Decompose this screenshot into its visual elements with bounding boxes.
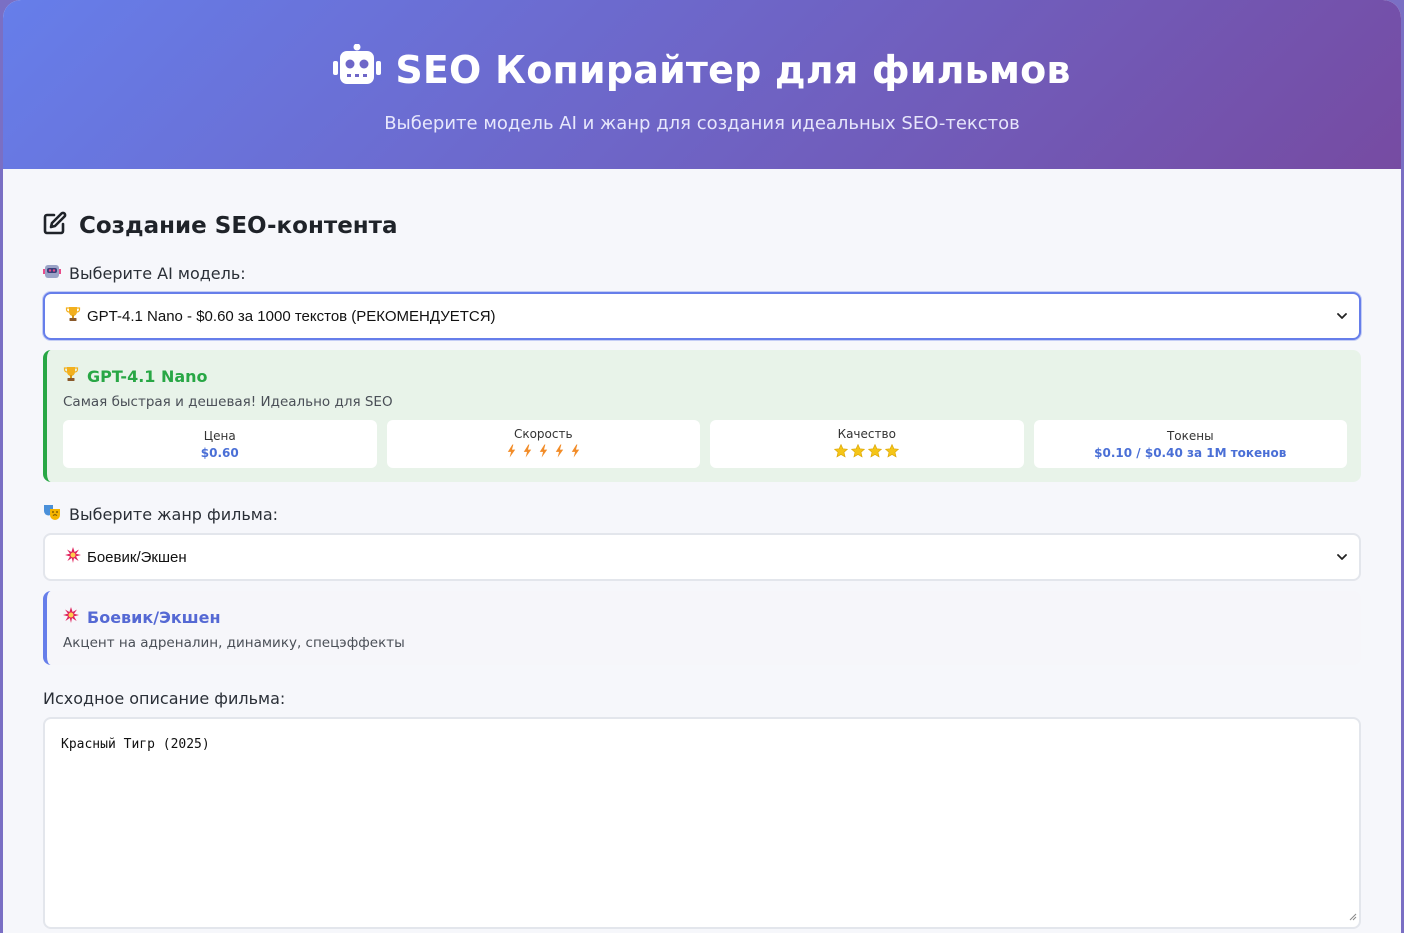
resize-handle-icon[interactable] <box>1347 910 1357 925</box>
robot-emoji-icon <box>43 263 61 283</box>
description-textarea[interactable]: Красный Тигр (2025) <box>43 717 1361 929</box>
genre-label-row: Выберите жанр фильма: <box>43 504 1361 524</box>
star-icon <box>868 443 883 462</box>
model-select-text: GPT-4.1 Nano - $0.60 за 1000 текстов (РЕ… <box>87 307 496 325</box>
stat-quality: Качество <box>710 420 1024 468</box>
trophy-icon <box>63 366 79 386</box>
model-label-row: Выберите AI модель: <box>43 263 1361 283</box>
genre-select-text: Боевик/Экшен <box>87 548 187 566</box>
page-title-row: SEO Копирайтер для фильмов <box>3 0 1401 95</box>
stat-speed-label: Скорость <box>513 426 573 441</box>
genre-label: Выберите жанр фильма: <box>69 504 279 524</box>
model-info-description: Самая быстрая и дешевая! Идеально для SE… <box>63 394 393 410</box>
stat-price: Цена $0.60 <box>63 420 377 468</box>
lightning-icon <box>505 443 518 462</box>
chevron-down-icon <box>1337 549 1347 566</box>
section-title: Создание SEO-контента <box>79 213 398 239</box>
page-title: SEO Копирайтер для фильмов <box>395 47 1071 92</box>
stat-tokens-label: Токены <box>1166 428 1214 443</box>
chevron-down-icon <box>1337 308 1347 325</box>
model-info-title-row: GPT-4.1 Nano <box>63 366 1347 386</box>
star-icon <box>834 443 849 462</box>
star-icon <box>885 443 900 462</box>
model-info-card: GPT-4.1 Nano Самая быстрая и дешевая! Ид… <box>43 350 1361 482</box>
theater-masks-icon <box>43 504 61 524</box>
stat-price-label: Цена <box>203 428 236 443</box>
lightning-icon <box>537 443 550 462</box>
edit-icon <box>43 211 67 241</box>
genre-select[interactable]: Боевик/Экшен <box>43 533 1361 581</box>
page-subtitle: Выберите модель AI и жанр для создания и… <box>384 113 1020 134</box>
model-label: Выберите AI модель: <box>69 263 246 283</box>
model-stats: Цена $0.60 Скорость Качество Токены $0.1… <box>63 420 1347 468</box>
explosion-icon <box>63 607 79 627</box>
description-text: Красный Тигр (2025) <box>61 737 210 752</box>
page-header: SEO Копирайтер для фильмов Выберите моде… <box>3 0 1401 169</box>
robot-icon <box>333 43 382 95</box>
lightning-icon <box>569 443 582 462</box>
genre-select-value: Боевик/Экшен <box>65 547 1337 567</box>
description-label: Исходное описание фильма: <box>43 689 286 708</box>
quality-rating <box>834 443 900 462</box>
section-title-row: Создание SEO-контента <box>43 211 1361 241</box>
app-window: SEO Копирайтер для фильмов Выберите моде… <box>3 0 1401 933</box>
genre-info-card: Боевик/Экшен Акцент на адреналин, динами… <box>43 591 1361 665</box>
trophy-icon <box>65 306 81 326</box>
stat-speed: Скорость <box>386 420 700 468</box>
lightning-icon <box>553 443 566 462</box>
stat-quality-label: Качество <box>837 426 896 441</box>
genre-info-title-row: Боевик/Экшен <box>63 607 1347 627</box>
star-icon <box>851 443 866 462</box>
explosion-icon <box>65 547 81 567</box>
speed-rating <box>505 443 582 462</box>
stat-tokens: Токены $0.10 / $0.40 за 1M токенов <box>1033 420 1347 468</box>
model-select-value: GPT-4.1 Nano - $0.60 за 1000 текстов (РЕ… <box>65 306 1337 326</box>
model-select[interactable]: GPT-4.1 Nano - $0.60 за 1000 текстов (РЕ… <box>43 292 1361 340</box>
stat-price-value: $0.60 <box>200 445 239 460</box>
lightning-icon <box>521 443 534 462</box>
stat-tokens-value: $0.10 / $0.40 за 1M токенов <box>1094 445 1287 460</box>
model-info-title: GPT-4.1 Nano <box>87 366 208 386</box>
genre-info-description: Акцент на адреналин, динамику, спецэффек… <box>63 635 405 651</box>
genre-info-title: Боевик/Экшен <box>87 607 221 627</box>
main-content: Создание SEO-контента Выберите AI модель… <box>3 169 1401 929</box>
